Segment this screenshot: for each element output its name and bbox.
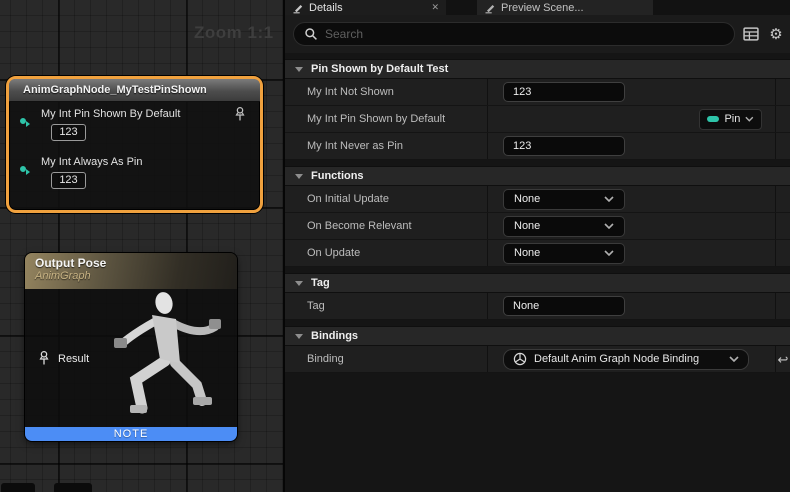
details-panel: Details ✕ Preview Scene... ⚙ [285, 0, 790, 492]
output-pose-node[interactable]: Output Pose AnimGraph [25, 253, 237, 441]
chevron-down-icon [729, 356, 739, 362]
note-badge[interactable]: NOTE [25, 427, 237, 441]
row-extra [775, 133, 790, 159]
property-label: On Become Relevant [285, 213, 488, 239]
chevron-down-icon [295, 334, 303, 339]
on-update-dropdown[interactable]: None [503, 243, 625, 264]
zoom-level-indicator: Zoom 1:1 [194, 23, 274, 43]
row-extra [775, 240, 790, 266]
on-become-relevant-dropdown[interactable]: None [503, 216, 625, 237]
search-box[interactable] [293, 22, 735, 46]
output-pose-title: Output Pose [35, 256, 237, 270]
property-label: On Update [285, 240, 488, 266]
grid-view-icon [743, 27, 759, 41]
output-pose-body: Result [25, 289, 237, 427]
pin-value-box[interactable]: 123 [51, 172, 86, 189]
property-row: On Update None [285, 240, 790, 267]
tab-details[interactable]: Details ✕ [285, 0, 446, 15]
row-extra [775, 186, 790, 212]
property-label: My Int Not Shown [285, 79, 488, 105]
search-input[interactable] [325, 27, 724, 41]
category-bindings[interactable]: Bindings [285, 326, 790, 346]
my-int-not-shown-input[interactable] [503, 82, 625, 102]
row-extra [775, 106, 790, 132]
int-input-pin[interactable] [20, 118, 26, 124]
unreal-editor-window: Zoom 1:1 AnimGraphNode_MyTestPinShown My… [0, 0, 790, 492]
property-row: On Initial Update None [285, 186, 790, 213]
row-extra [775, 213, 790, 239]
property-label: My Int Pin Shown by Default [285, 106, 488, 132]
display-filter-button[interactable] [742, 25, 760, 43]
offscreen-node [54, 483, 92, 492]
pin-visibility-dropdown[interactable]: Pin [699, 109, 762, 130]
output-pose-header[interactable]: Output Pose AnimGraph [25, 253, 237, 289]
row-extra [775, 293, 790, 319]
tab-preview-scene[interactable]: Preview Scene... [477, 0, 653, 15]
pose-pin-icon [37, 351, 51, 367]
anim-graph-node-selected[interactable]: AnimGraphNode_MyTestPinShown My Int Pin … [6, 76, 263, 213]
category-functions[interactable]: Functions [285, 166, 790, 186]
offscreen-node [1, 483, 35, 492]
property-label: My Int Never as Pin [285, 133, 488, 159]
property-label: On Initial Update [285, 186, 488, 212]
pin-label: My Int Pin Shown By Default [41, 108, 180, 120]
settings-button[interactable]: ⚙ [767, 25, 785, 43]
tag-input[interactable] [503, 296, 625, 316]
property-row: On Become Relevant None [285, 213, 790, 240]
row-extra: ↩ [775, 346, 790, 372]
category-pin-shown-by-default-test[interactable]: Pin Shown by Default Test [285, 59, 790, 79]
chevron-down-icon [295, 281, 303, 286]
pushpin-icon[interactable] [233, 107, 247, 128]
category-tag[interactable]: Tag [285, 273, 790, 293]
property-label: Tag [285, 293, 488, 319]
chevron-down-icon [604, 250, 614, 256]
tab-label: Details [309, 2, 343, 14]
search-icon [304, 27, 318, 41]
pin-label: My Int Always As Pin [41, 156, 142, 168]
panel-tab-bar: Details ✕ Preview Scene... [285, 0, 790, 15]
gear-icon: ⚙ [769, 27, 782, 42]
reset-to-default-icon[interactable]: ↩ [778, 353, 789, 366]
property-list: Pin Shown by Default Test My Int Not Sho… [285, 53, 790, 492]
close-icon[interactable]: ✕ [431, 2, 439, 13]
pin-value-box[interactable]: 123 [51, 124, 86, 141]
pin-pill-icon [707, 116, 719, 122]
chevron-down-icon [295, 67, 303, 72]
node-title-bar[interactable]: AnimGraphNode_MyTestPinShown [9, 79, 260, 102]
binding-dropdown[interactable]: Default Anim Graph Node Binding [503, 349, 749, 370]
row-extra [775, 79, 790, 105]
chevron-down-icon [604, 223, 614, 229]
details-toolbar: ⚙ [285, 15, 790, 53]
my-int-never-as-pin-input[interactable] [503, 136, 625, 156]
binding-sphere-icon [513, 352, 527, 366]
chevron-down-icon [604, 196, 614, 202]
chevron-down-icon [745, 116, 754, 122]
output-pose-subtitle: AnimGraph [35, 270, 237, 282]
int-input-pin[interactable] [20, 166, 26, 172]
property-label: Binding [285, 346, 488, 372]
property-row: Binding Default Anim Graph Node Binding … [285, 346, 790, 373]
anim-graph-canvas[interactable]: Zoom 1:1 AnimGraphNode_MyTestPinShown My… [0, 0, 285, 492]
chevron-down-icon [295, 174, 303, 179]
details-icon [292, 2, 304, 14]
tab-label: Preview Scene... [501, 2, 584, 14]
preview-scene-icon [484, 2, 496, 14]
result-pin-label: Result [58, 353, 89, 365]
property-row: My Int Never as Pin [285, 133, 790, 160]
property-row: My Int Pin Shown by Default Pin [285, 106, 790, 133]
property-row: Tag [285, 293, 790, 320]
on-initial-update-dropdown[interactable]: None [503, 189, 625, 210]
result-pin[interactable]: Result [37, 351, 89, 367]
property-row: My Int Not Shown [285, 79, 790, 106]
